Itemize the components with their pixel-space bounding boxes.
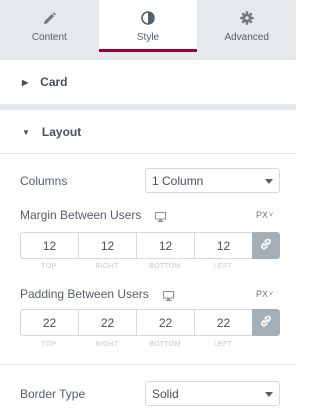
link-icon [260,237,272,255]
gear-icon [239,10,254,26]
pencil-icon [43,10,56,26]
chevron-down-icon: ˅ [269,211,274,219]
tab-advanced-label: Advanced [224,32,269,43]
columns-label: Columns [20,174,68,188]
columns-select[interactable]: 1 Column [145,168,280,193]
divider [0,364,296,365]
margin-top-input[interactable]: 12 [20,232,78,259]
dim-label-right: RIGHT [95,263,119,270]
desktop-icon[interactable] [163,288,174,306]
section-layout-header[interactable]: ▼ Layout [0,110,296,154]
columns-value: 1 Column [152,173,204,188]
border-type-select[interactable]: Solid [145,381,280,406]
padding-dimensions: 22 22 22 22 [20,309,280,336]
margin-bottom-input[interactable]: 12 [136,232,194,259]
panel-tabs: Content Style Advanced [0,0,296,52]
dim-label-bottom: BOTTOM [149,341,181,348]
padding-left-input[interactable]: 22 [194,309,252,336]
dim-label-top: TOP [41,341,57,348]
section-card-title: Card [40,75,68,89]
margin-left-input[interactable]: 12 [194,232,252,259]
caret-down-icon: ▼ [22,127,30,137]
tab-advanced[interactable]: Advanced [197,0,296,52]
border-type-label: Border Type [20,387,86,401]
dim-label-top: TOP [41,263,57,270]
border-type-value: Solid [152,386,179,401]
padding-link-button[interactable] [252,309,280,336]
margin-dimension-labels: TOP RIGHT BOTTOM LEFT [20,263,252,270]
margin-right-input[interactable]: 12 [78,232,136,259]
padding-top-input[interactable]: 22 [20,309,78,336]
chevron-down-icon [265,179,273,184]
dim-label-left: LEFT [213,341,233,348]
divider [0,153,296,154]
tab-style[interactable]: Style [98,0,198,52]
link-icon [260,314,272,332]
tab-content[interactable]: Content [0,0,99,52]
caret-right-icon: ▶ [22,77,29,87]
half-circle-icon [141,10,155,26]
margin-label: Margin Between Users [20,208,142,222]
separator [0,52,296,60]
padding-unit-selector[interactable]: PX ˅ [256,289,273,299]
padding-bottom-input[interactable]: 22 [136,309,194,336]
padding-unit: PX [256,289,269,299]
chevron-down-icon: ˅ [269,290,274,298]
dim-label-left: LEFT [213,263,233,270]
desktop-icon[interactable] [155,209,166,227]
margin-unit-selector[interactable]: PX ˅ [256,210,273,220]
chevron-down-icon [265,392,273,397]
dim-label-right: RIGHT [95,341,119,348]
section-layout-title: Layout [41,125,82,139]
section-card-header[interactable]: ▶ Card [0,60,296,104]
margin-unit: PX [256,210,269,220]
dim-label-bottom: BOTTOM [149,263,181,270]
margin-link-button[interactable] [252,232,280,259]
padding-right-input[interactable]: 22 [78,309,136,336]
margin-dimensions: 12 12 12 12 [20,232,280,259]
tab-style-label: Style [136,32,160,43]
padding-label: Padding Between Users [20,287,149,301]
tab-content-label: Content [31,32,67,43]
padding-dimension-labels: TOP RIGHT BOTTOM LEFT [20,341,252,348]
